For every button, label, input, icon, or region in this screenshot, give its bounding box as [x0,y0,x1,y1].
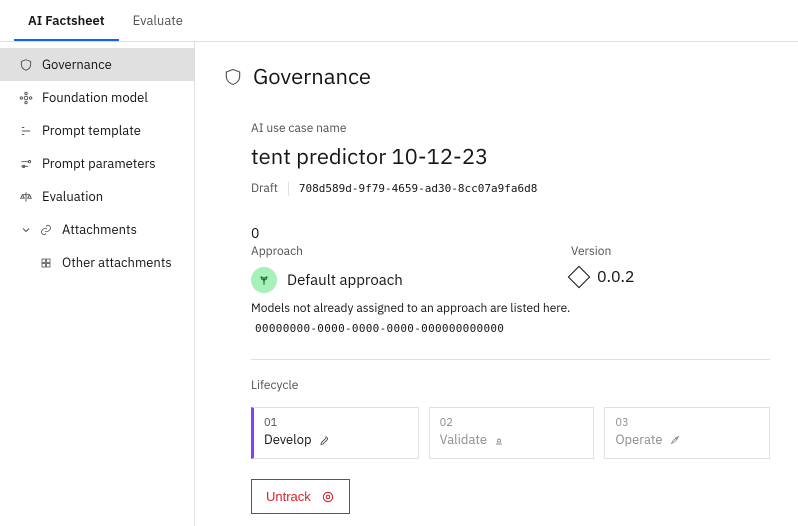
sidebar-item-governance[interactable]: Governance [0,48,194,81]
sidebar-item-label: Prompt parameters [42,155,156,172]
tab-ai-factsheet[interactable]: AI Factsheet [14,0,119,41]
stage-name: Validate [440,431,487,448]
sidebar-item-prompt-parameters[interactable]: Prompt parameters [0,147,194,180]
main-content: Governance AI use case name tent predict… [195,42,798,526]
horizontal-divider [251,359,770,360]
wrench-icon [318,434,330,446]
sliders-icon [18,157,34,171]
scale-icon [18,190,34,204]
sidebar-item-attachments[interactable]: Attachments [0,213,194,246]
usecase-label: AI use case name [251,121,770,136]
sidebar-item-prompt-template[interactable]: Prompt template [0,114,194,147]
sidebar-item-evaluation[interactable]: Evaluation [0,180,194,213]
count-zero: 0 [251,224,770,242]
sidebar-item-label: Evaluation [42,188,103,205]
sidebar-item-foundation-model[interactable]: Foundation model [0,81,194,114]
sprout-icon [251,267,277,293]
stage-number: 02 [440,416,584,430]
approach-name: Default approach [287,271,403,290]
version-label: Version [571,244,721,259]
target-icon [321,490,335,504]
attachment-icon [38,257,54,269]
status-badge: Draft [251,181,278,196]
stage-name: Operate [615,431,662,448]
sidebar-item-label: Other attachments [62,254,172,271]
version-value: 0.0.2 [597,267,635,287]
tab-evaluate[interactable]: Evaluate [119,0,197,41]
stage-number: 01 [264,416,408,430]
stage-number: 03 [615,416,759,430]
untrack-button[interactable]: Untrack [251,479,350,514]
model-icon [18,91,34,105]
stage-develop[interactable]: 01 Develop [251,407,419,459]
rocket-icon [669,434,681,446]
approach-note: Models not already assigned to an approa… [251,301,770,316]
sidebar-item-label: Foundation model [42,89,148,106]
shield-icon [223,67,243,87]
vertical-divider [288,182,289,196]
approach-id: 00000000-0000-0000-0000-000000000000 [251,322,770,335]
untrack-label: Untrack [266,489,311,504]
sidebar-item-label: Attachments [62,221,137,238]
diamond-icon [568,266,591,289]
tab-bar: AI Factsheet Evaluate [0,0,798,42]
lifecycle-label: Lifecycle [251,378,770,393]
shield-icon [18,58,34,72]
sidebar-item-label: Prompt template [42,122,141,139]
sidebar-item-other-attachments[interactable]: Other attachments [0,246,194,279]
usecase-name: tent predictor 10-12-23 [251,142,770,171]
chevron-down-icon [18,224,34,236]
stage-validate[interactable]: 02 Validate [429,407,595,459]
template-icon [18,124,34,138]
sidebar-item-label: Governance [42,56,112,73]
stage-operate[interactable]: 03 Operate [604,407,770,459]
sidebar: Governance Foundation model Prompt templ… [0,42,195,526]
approach-label: Approach [251,244,571,259]
stage-name: Develop [264,431,312,448]
stamp-icon [493,434,505,446]
usecase-id: 708d589d-9f79-4659-ad30-8cc07a9fa6d8 [299,182,537,195]
link-icon [38,224,54,236]
page-title: Governance [253,62,371,91]
